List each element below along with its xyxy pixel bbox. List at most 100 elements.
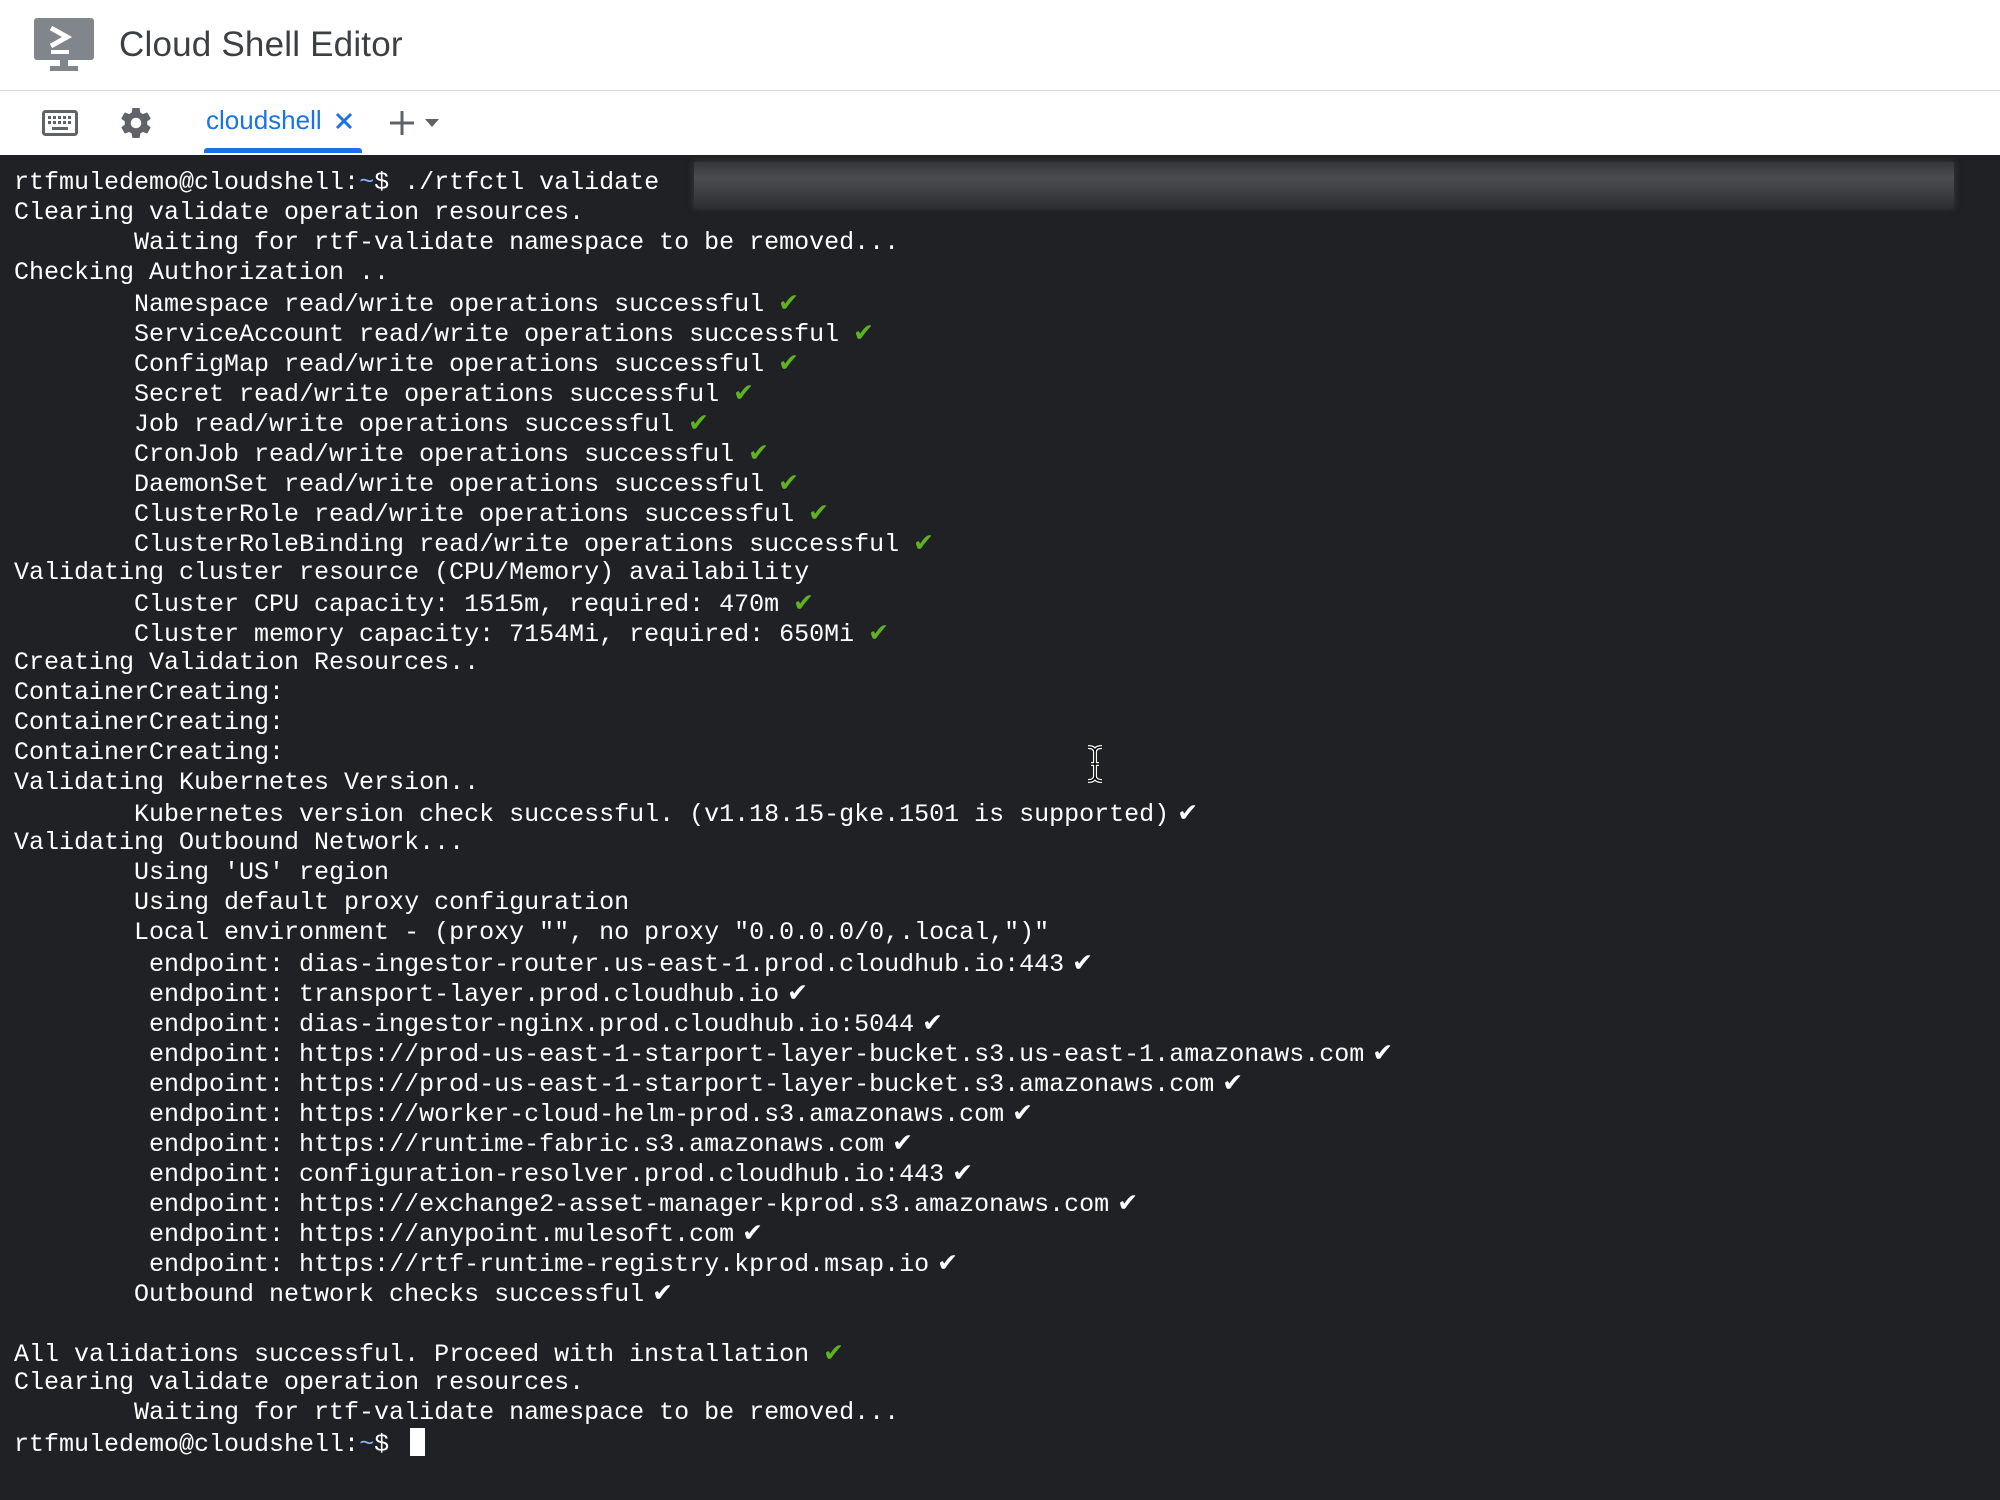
terminal-line-text: endpoint: https://prod-us-east-1-starpor…: [14, 1040, 1365, 1069]
terminal-line: Waiting for rtf-validate namespace to be…: [14, 1398, 2000, 1428]
check-icon: ✔: [1222, 1068, 1244, 1097]
keyboard-icon[interactable]: [32, 95, 88, 151]
prompt-path: ~: [359, 1430, 375, 1459]
check-icon: ✔: [1177, 798, 1199, 827]
terminal-line: CronJob read/write operations successful…: [14, 438, 2000, 469]
check-icon: ✔: [1372, 1038, 1394, 1067]
check-icon: ✔: [952, 1158, 974, 1187]
terminal-line-text: ContainerCreating:: [14, 708, 285, 737]
terminal-line: Job read/write operations successful ✔: [14, 408, 2000, 439]
terminal-line: Namespace read/write operations successf…: [14, 288, 2000, 319]
terminal-line: endpoint: dias-ingestor-router.us-east-1…: [14, 948, 2000, 979]
check-icon: ✔: [892, 1128, 914, 1157]
prompt-symbol: $: [374, 1430, 405, 1459]
terminal-line: Validating Kubernetes Version..: [14, 768, 2000, 798]
terminal-line-text: Waiting for rtf-validate namespace to be…: [14, 228, 900, 257]
prompt-user-host: rtfmuledemo@cloudshell:: [14, 168, 360, 197]
text-cursor-icon: [1085, 745, 1105, 783]
close-icon[interactable]: [334, 111, 354, 131]
terminal-line-text: ClusterRoleBinding read/write operations…: [14, 530, 900, 559]
active-prompt-line: rtfmuledemo@cloudshell:~$: [14, 1428, 2000, 1459]
terminal-line: Validating Outbound Network...: [14, 828, 2000, 858]
tab-cloudshell[interactable]: cloudshell: [202, 91, 362, 155]
check-icon: ✔: [853, 318, 875, 347]
terminal-line-text: endpoint: https://anypoint.mulesoft.com: [14, 1220, 735, 1249]
terminal-line-text: Cluster memory capacity: 7154Mi, require…: [14, 620, 855, 649]
plus-icon[interactable]: [388, 91, 416, 155]
terminal-line-text: All validations successful. Proceed with…: [14, 1340, 810, 1369]
terminal-line-text: Validating Kubernetes Version..: [14, 768, 480, 797]
check-icon: ✔: [1117, 1188, 1139, 1217]
terminal-line-text: ContainerCreating:: [14, 678, 285, 707]
terminal-line-text: DaemonSet read/write operations successf…: [14, 470, 765, 499]
prompt-path: ~: [359, 168, 375, 197]
app-title: Cloud Shell Editor: [119, 25, 403, 64]
terminal-line-text: endpoint: https://prod-us-east-1-starpor…: [14, 1070, 1215, 1099]
terminal-line-text: Local environment - (proxy "", no proxy …: [14, 918, 1050, 947]
terminal[interactable]: rtfmuledemo@cloudshell:~$ ./rtfctl valid…: [0, 155, 2000, 1500]
terminal-line-text: Kubernetes version check successful. (v1…: [14, 800, 1170, 829]
terminal-line: Using 'US' region: [14, 858, 2000, 888]
terminal-line: ServiceAccount read/write operations suc…: [14, 318, 2000, 349]
terminal-line-text: Validating cluster resource (CPU/Memory)…: [14, 558, 810, 587]
terminal-line-text: Validating Outbound Network...: [14, 828, 465, 857]
check-icon: ✔: [793, 588, 815, 617]
gear-icon[interactable]: [108, 95, 164, 151]
terminal-line: endpoint: https://rtf-runtime-registry.k…: [14, 1248, 2000, 1279]
cloud-shell-terminal-icon: [33, 17, 95, 73]
terminal-line: ContainerCreating:: [14, 708, 2000, 738]
tab-bar: cloudshell: [0, 91, 2000, 155]
terminal-line-text: endpoint: https://exchange2-asset-manage…: [14, 1190, 1110, 1219]
terminal-line: Using default proxy configuration: [14, 888, 2000, 918]
terminal-line: Cluster CPU capacity: 1515m, required: 4…: [14, 588, 2000, 619]
terminal-line-text: Secret read/write operations successful: [14, 380, 720, 409]
check-icon: ✔: [778, 288, 800, 317]
terminal-line: Cluster memory capacity: 7154Mi, require…: [14, 618, 2000, 649]
terminal-line-text: Waiting for rtf-validate namespace to be…: [14, 1398, 900, 1427]
terminal-line: ClusterRoleBinding read/write operations…: [14, 528, 2000, 559]
title-bar: Cloud Shell Editor: [0, 0, 2000, 91]
terminal-line-text: Creating Validation Resources..: [14, 648, 480, 677]
terminal-line: ContainerCreating:: [14, 678, 2000, 708]
check-icon: ✔: [1012, 1098, 1034, 1127]
check-icon: ✔: [868, 618, 890, 647]
check-icon: ✔: [937, 1248, 959, 1277]
terminal-line-text: Outbound network checks successful: [14, 1280, 645, 1309]
terminal-line: ContainerCreating:: [14, 738, 2000, 768]
terminal-line: endpoint: dias-ingestor-nginx.prod.cloud…: [14, 1008, 2000, 1039]
terminal-line: ClusterRole read/write operations succes…: [14, 498, 2000, 529]
terminal-line: All validations successful. Proceed with…: [14, 1338, 2000, 1369]
check-icon: ✔: [652, 1278, 674, 1307]
terminal-output: Clearing validate operation resources. W…: [0, 198, 2000, 1428]
terminal-line-text: Using default proxy configuration: [14, 888, 630, 917]
terminal-line-text: ServiceAccount read/write operations suc…: [14, 320, 840, 349]
terminal-line-text: Job read/write operations successful: [14, 410, 675, 439]
terminal-line: Creating Validation Resources..: [14, 648, 2000, 678]
check-icon: ✔: [742, 1218, 764, 1247]
terminal-line-text: CronJob read/write operations successful: [14, 440, 735, 469]
terminal-line: endpoint: https://worker-cloud-helm-prod…: [14, 1098, 2000, 1129]
terminal-line: endpoint: https://prod-us-east-1-starpor…: [14, 1038, 2000, 1069]
command-text: ./rtfctl validate: [404, 168, 675, 197]
prompt-symbol: $: [374, 168, 405, 197]
terminal-line-text: ConfigMap read/write operations successf…: [14, 350, 765, 379]
terminal-line-text: endpoint: configuration-resolver.prod.cl…: [14, 1160, 945, 1189]
terminal-line-text: ClusterRole read/write operations succes…: [14, 500, 795, 529]
check-icon: ✔: [778, 468, 800, 497]
active-tab-indicator: [204, 148, 362, 153]
terminal-line: endpoint: https://runtime-fabric.s3.amaz…: [14, 1128, 2000, 1159]
terminal-line: Local environment - (proxy "", no proxy …: [14, 918, 2000, 948]
check-icon: ✔: [688, 408, 710, 437]
terminal-line-text: endpoint: https://worker-cloud-helm-prod…: [14, 1100, 1005, 1129]
caret-down-icon[interactable]: [424, 91, 440, 155]
terminal-line-text: endpoint: https://runtime-fabric.s3.amaz…: [14, 1130, 885, 1159]
terminal-line: endpoint: configuration-resolver.prod.cl…: [14, 1158, 2000, 1189]
terminal-line-text: ContainerCreating:: [14, 738, 285, 767]
check-icon: ✔: [922, 1008, 944, 1037]
check-icon: ✔: [808, 498, 830, 527]
terminal-line: Kubernetes version check successful. (v1…: [14, 798, 2000, 829]
check-icon: ✔: [787, 978, 809, 1007]
terminal-line: endpoint: transport-layer.prod.cloudhub.…: [14, 978, 2000, 1009]
terminal-line-text: Clearing validate operation resources.: [14, 198, 585, 227]
